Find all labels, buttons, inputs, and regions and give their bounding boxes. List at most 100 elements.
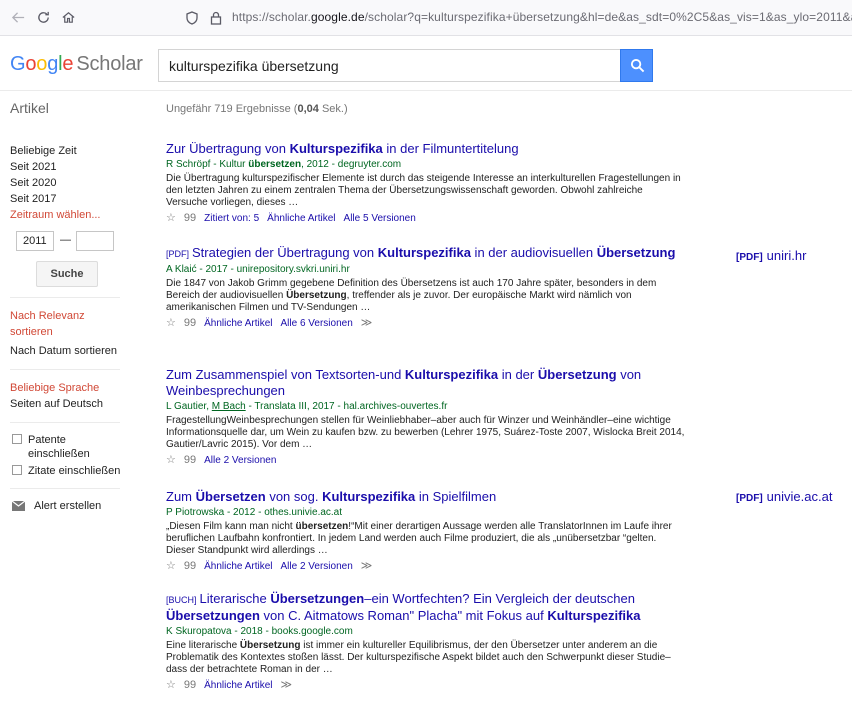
time-filter-item[interactable]: Seit 2021 bbox=[10, 159, 140, 175]
cite-icon[interactable]: 99 bbox=[184, 317, 196, 329]
result-title-link[interactable]: Zum Zusammenspiel von Textsorten-und Kul… bbox=[166, 367, 686, 399]
result-action-link[interactable]: Alle 2 Versionen bbox=[281, 561, 353, 572]
save-star-icon[interactable]: ☆ bbox=[166, 454, 176, 466]
result-item: Zum Übersetzen von sog. Kulturspezifika … bbox=[166, 489, 686, 574]
lang-de-link[interactable]: Seiten auf Deutsch bbox=[10, 396, 140, 412]
shield-icon[interactable] bbox=[184, 10, 200, 26]
divider bbox=[10, 297, 120, 298]
sort-relevance-link[interactable]: Nach Relevanz sortieren bbox=[10, 308, 100, 340]
time-filter-item[interactable]: Seit 2020 bbox=[10, 175, 140, 191]
year-dash: — bbox=[60, 234, 71, 246]
result-meta: L Gautier, M Bach - Translata III, 2017 … bbox=[166, 401, 448, 412]
custom-range-link[interactable]: Zeitraum wählen... bbox=[10, 207, 140, 223]
time-filter-item[interactable]: Beliebige Zeit bbox=[10, 143, 140, 159]
result-actions: ☆ 99 Ähnliche Artikel Alle 2 Versionen ≫ bbox=[166, 559, 686, 574]
result-title-link[interactable]: Zur Übertragung von Kulturspezifika in d… bbox=[166, 141, 686, 157]
pdf-link[interactable]: [PDF] univie.ac.at bbox=[736, 489, 832, 504]
result-item: Zum Zusammenspiel von Textsorten-und Kul… bbox=[166, 367, 686, 468]
result-type-tag: [BUCH] bbox=[166, 595, 197, 605]
cite-icon[interactable]: 99 bbox=[184, 679, 196, 691]
back-arrow-icon[interactable] bbox=[8, 8, 28, 28]
result-action-link[interactable]: Alle 2 Versionen bbox=[204, 455, 276, 466]
search-button[interactable] bbox=[620, 49, 653, 82]
create-alert-link[interactable]: Alert erstellen bbox=[10, 499, 140, 513]
pdf-domain: univie.ac.at bbox=[766, 489, 833, 504]
result-action-link[interactable]: Ähnliche Artikel bbox=[204, 680, 272, 691]
divider bbox=[10, 369, 120, 370]
result-actions: ☆ 99 Ähnliche Artikel ≫ bbox=[166, 678, 686, 693]
url-text[interactable]: https://scholar.google.de/scholar?q=kult… bbox=[232, 10, 852, 24]
citations-label: Zitate einschließen bbox=[28, 465, 121, 477]
save-star-icon[interactable]: ☆ bbox=[166, 560, 176, 572]
result-title-text: Literarische Übersetzungen–ein Wortfecht… bbox=[166, 591, 641, 623]
result-snippet: FragestellungWeinbesprechungen stellen f… bbox=[166, 415, 685, 450]
result-action-link[interactable]: Alle 5 Versionen bbox=[344, 213, 416, 224]
result-title-link[interactable]: [BUCH] Literarische Übersetzungen–ein Wor… bbox=[166, 591, 686, 624]
result-snippet: Die Übertragung kulturspezifischer Eleme… bbox=[166, 173, 681, 208]
result-title-text: Zum Übersetzen von sog. Kulturspezifika … bbox=[166, 489, 497, 504]
result-action-link[interactable]: Ähnliche Artikel bbox=[204, 318, 272, 329]
result-title-text: Zum Zusammenspiel von Textsorten-und Kul… bbox=[166, 367, 642, 398]
cite-icon[interactable]: 99 bbox=[184, 454, 196, 466]
result-snippet: „Diesen Film kann man nicht übersetzen!“… bbox=[166, 521, 672, 556]
scholar-header: Google Scholar kulturspezifika übersetzun… bbox=[0, 36, 852, 91]
mail-icon bbox=[12, 501, 25, 511]
more-icon[interactable]: ≫ bbox=[281, 679, 293, 691]
include-patents-option[interactable]: Patente einschließen bbox=[10, 433, 110, 461]
result-action-link[interactable]: Alle 6 Versionen bbox=[281, 318, 353, 329]
cite-icon[interactable]: 99 bbox=[184, 560, 196, 572]
google-scholar-logo[interactable]: Google Scholar bbox=[10, 53, 143, 76]
result-type-tag: [PDF] bbox=[166, 249, 190, 259]
year-from-input[interactable]: 2011 bbox=[16, 231, 54, 251]
result-snippet: Eine literarische Übersetzung ist immer … bbox=[166, 640, 671, 675]
year-range: 2011 — bbox=[10, 231, 140, 253]
lock-icon[interactable] bbox=[208, 10, 224, 26]
result-title-link[interactable]: [PDF] Strategien der Übertragung von Kult… bbox=[166, 245, 686, 262]
result-snippet: Die 1847 von Jakob Grimm gegebene Defini… bbox=[166, 278, 657, 313]
result-title-link[interactable]: Zum Übersetzen von sog. Kulturspezifika … bbox=[166, 489, 686, 505]
pdf-tag: [PDF] bbox=[736, 493, 763, 504]
result-action-link[interactable]: Zitiert von: 5 bbox=[204, 213, 259, 224]
time-filter-item[interactable]: Seit 2017 bbox=[10, 191, 140, 207]
result-item: [PDF] Strategien der Übertragung von Kult… bbox=[166, 245, 686, 331]
lang-any-link[interactable]: Beliebige Sprache bbox=[10, 380, 140, 396]
cite-icon[interactable]: 99 bbox=[184, 212, 196, 224]
browser-toolbar: https://scholar.google.de/scholar?q=kult… bbox=[0, 0, 852, 36]
time-filter-group: Beliebige Zeit Seit 2021 Seit 2020 Seit 201… bbox=[10, 143, 140, 207]
filter-sidebar: Beliebige Zeit Seit 2021 Seit 2020 Seit 201… bbox=[10, 143, 140, 513]
year-to-input[interactable] bbox=[76, 231, 114, 251]
divider bbox=[10, 488, 120, 489]
more-icon[interactable]: ≫ bbox=[361, 560, 373, 572]
citations-checkbox[interactable] bbox=[12, 465, 22, 475]
result-title-text: Strategien der Übertragung von Kulturspe… bbox=[192, 245, 676, 260]
reload-icon[interactable] bbox=[33, 8, 53, 28]
sort-date-link[interactable]: Nach Datum sortieren bbox=[10, 343, 140, 359]
result-meta: K Skuropatova - 2018 - books.google.com bbox=[166, 626, 353, 637]
pdf-tag: [PDF] bbox=[736, 252, 763, 263]
alert-label: Alert erstellen bbox=[34, 500, 102, 512]
result-item: [BUCH] Literarische Übersetzungen–ein Wor… bbox=[166, 591, 686, 693]
year-search-button[interactable]: Suche bbox=[36, 261, 98, 287]
home-icon[interactable] bbox=[58, 8, 78, 28]
save-star-icon[interactable]: ☆ bbox=[166, 679, 176, 691]
result-actions: ☆ 99 Zitiert von: 5 Ähnliche Artikel Alle 5 … bbox=[166, 211, 686, 226]
result-actions: ☆ 99 Ähnliche Artikel Alle 6 Versionen ≫ bbox=[166, 316, 686, 331]
more-icon[interactable]: ≫ bbox=[361, 317, 373, 329]
pdf-domain: uniri.hr bbox=[766, 248, 807, 263]
save-star-icon[interactable]: ☆ bbox=[166, 317, 176, 329]
result-action-link[interactable]: Ähnliche Artikel bbox=[204, 561, 272, 572]
result-actions: ☆ 99 Alle 2 Versionen bbox=[166, 453, 686, 468]
result-action-link[interactable]: Ähnliche Artikel bbox=[267, 213, 335, 224]
result-count: Ungefähr 719 Ergebnisse (0,04 Sek.) bbox=[166, 103, 348, 115]
search-input[interactable]: kulturspezifika übersetzung bbox=[158, 49, 620, 82]
patents-checkbox[interactable] bbox=[12, 434, 22, 444]
search-icon bbox=[630, 58, 645, 73]
save-star-icon[interactable]: ☆ bbox=[166, 212, 176, 224]
result-title-text: Zur Übertragung von Kulturspezifika in d… bbox=[166, 141, 519, 156]
result-item: Zur Übertragung von Kulturspezifika in d… bbox=[166, 141, 686, 226]
result-meta: P Piotrowska - 2012 - othes.univie.ac.at bbox=[166, 507, 343, 518]
address-bar[interactable]: https://scholar.google.de/scholar?q=kult… bbox=[180, 5, 852, 31]
pdf-link[interactable]: [PDF] uniri.hr bbox=[736, 248, 806, 263]
include-citations-option[interactable]: Zitate einschließen bbox=[10, 464, 140, 478]
result-meta: A Klaić - 2017 - unirepository.svkri.uni… bbox=[166, 264, 350, 275]
